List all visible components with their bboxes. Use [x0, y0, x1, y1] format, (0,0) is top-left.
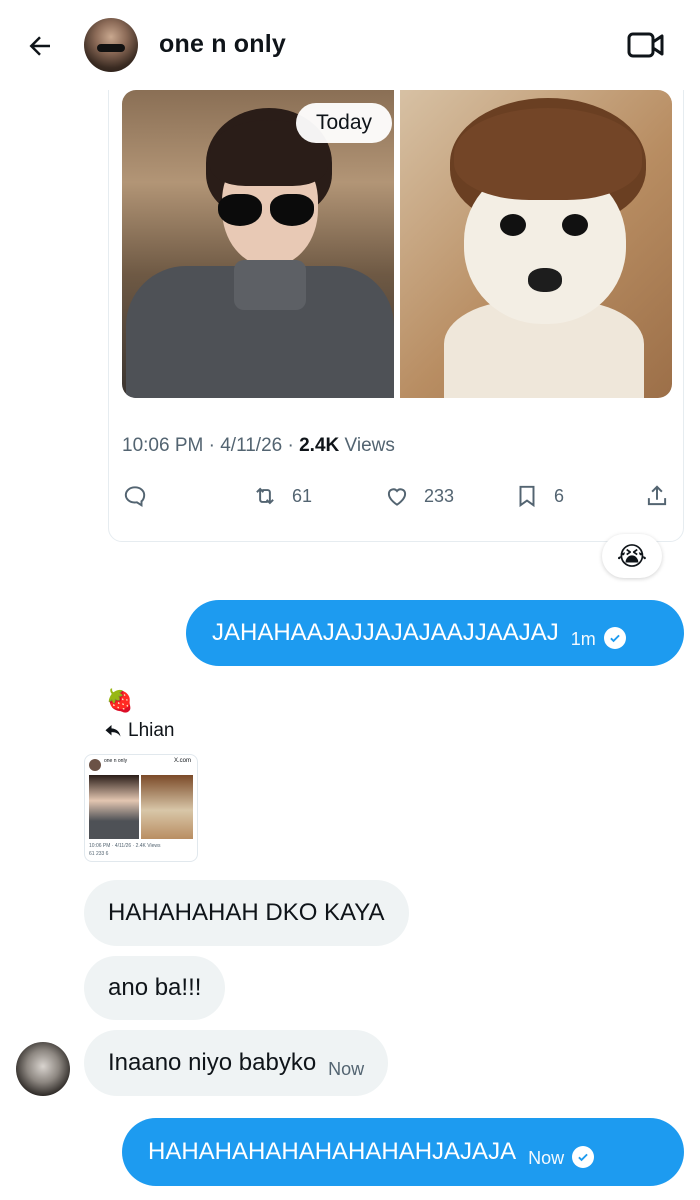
post-time: 10:06 PM: [122, 435, 204, 456]
media-photo-dog[interactable]: [400, 90, 672, 398]
share-action-button[interactable]: [644, 482, 670, 510]
avatar[interactable]: [84, 18, 138, 72]
message-text: HAHAHAHAH DKO KAYA: [108, 899, 385, 926]
video-call-button[interactable]: [626, 28, 666, 62]
crying-face-emoji: 😭: [616, 540, 648, 571]
photo-sunglasses-right: [270, 194, 314, 226]
video-camera-icon: [627, 32, 664, 58]
bookmark-icon: [519, 485, 535, 508]
thumbnail-meta: 10:06 PM · 4/11/26 · 2.4K Views: [89, 843, 161, 849]
message-text: JAHAHAAJAJJAJAJAAJJAAJAJ: [212, 619, 559, 646]
thumbnail-actions: 61 233 6: [89, 851, 109, 857]
views-label: Views: [344, 435, 395, 456]
photo-collar: [234, 260, 306, 310]
like-action-button[interactable]: 233: [384, 482, 454, 510]
reply-arrow-icon: [105, 725, 121, 737]
thumbnail-site: X.com: [173, 758, 191, 764]
photo-dog-nose: [528, 268, 562, 292]
date-separator-pill: Today: [296, 103, 393, 143]
message-bubble-incoming[interactable]: Inaano niyo babyko Now: [84, 1030, 389, 1096]
reply-bubble-icon: [124, 486, 146, 507]
post-date: 4/11/26: [220, 435, 283, 456]
message-time: Now: [328, 1058, 365, 1079]
views-count: 2.4K: [299, 435, 340, 456]
bookmark-action-button[interactable]: 6: [514, 482, 564, 510]
sender-avatar[interactable]: [16, 1042, 70, 1096]
reaction-strawberry: 🍓: [106, 688, 134, 713]
reply-action-button[interactable]: [122, 482, 148, 510]
message-bubble-outgoing[interactable]: HAHAHAHAHAHAHAHAHJAJAJA Now: [122, 1118, 684, 1186]
repost-count: 61: [292, 485, 313, 506]
shared-post-thumbnail[interactable]: one n only X.com 10:06 PM · 4/11/26 · 2.…: [84, 754, 198, 862]
post-metadata: 10:06 PM · 4/11/26 · 2.4K Views: [122, 435, 395, 457]
photo-dog-fringe: [454, 108, 642, 200]
post-media[interactable]: [122, 90, 672, 398]
message-text: Inaano niyo babyko: [108, 1049, 317, 1076]
message-text: HAHAHAHAHAHAHAHAHJAJAJA: [148, 1138, 517, 1165]
message-bubble-incoming[interactable]: HAHAHAHAH DKO KAYA: [84, 880, 409, 946]
thumbnail-photo-dog: [141, 775, 193, 839]
read-check-icon: [603, 627, 626, 649]
read-check-icon: [572, 1146, 595, 1168]
conversation-header: one n only: [0, 0, 700, 90]
reply-to-name: Lhian: [128, 720, 175, 741]
message-time: 1m: [570, 628, 596, 649]
repost-icon: [256, 487, 274, 505]
photo-sunglasses-left: [218, 194, 262, 226]
message-time: Now: [528, 1147, 565, 1168]
meta-separator: ·: [208, 435, 221, 456]
avatar-sunglasses-detail: [97, 44, 125, 52]
photo-dog-eye-right: [562, 214, 588, 236]
reply-indicator[interactable]: Lhian: [104, 720, 175, 742]
back-button[interactable]: [22, 28, 58, 64]
message-reaction[interactable]: 😭: [602, 534, 662, 578]
meta-separator: ·: [287, 435, 300, 456]
message-text: ano ba!!!: [108, 974, 202, 1001]
arrow-left-icon: [29, 36, 50, 56]
heart-icon: [387, 488, 407, 506]
photo-dog-eye-left: [500, 214, 526, 236]
conversation-name[interactable]: one n only: [159, 30, 286, 59]
repost-action-button[interactable]: 61: [252, 482, 312, 510]
thumbnail-author: one n only: [104, 758, 128, 764]
bookmark-count: 6: [554, 485, 565, 506]
share-upload-icon: [647, 485, 667, 506]
thumbnail-avatar: [89, 759, 101, 771]
like-count: 233: [424, 485, 455, 506]
message-bubble-incoming[interactable]: ano ba!!!: [84, 956, 226, 1020]
message-bubble-outgoing[interactable]: JAHAHAAJAJJAJAJAAJJAAJAJ 1m: [186, 600, 684, 666]
thumbnail-photo-person: [89, 775, 139, 839]
